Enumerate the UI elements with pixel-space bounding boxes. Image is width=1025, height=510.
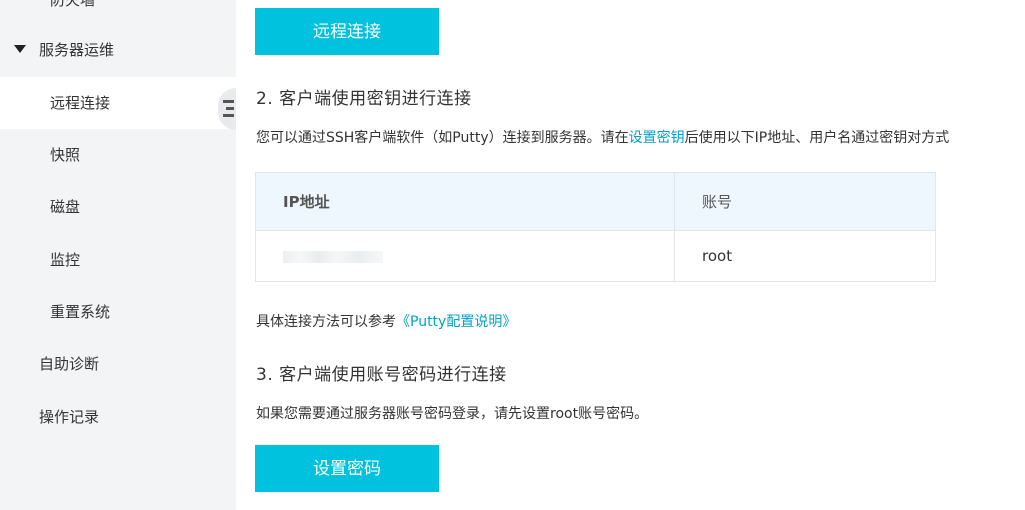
table-row: root — [255, 230, 936, 282]
sidebar-item-self-diagnosis[interactable]: 自助诊断 — [0, 338, 236, 390]
masked-ip-value — [283, 250, 383, 263]
account-cell: root — [674, 230, 936, 282]
section-3-heading: 3. 客户端使用账号密码进行连接 — [256, 365, 507, 385]
sidebar-item-monitor[interactable]: 监控 — [0, 234, 236, 286]
set-key-link[interactable]: 设置密钥 — [629, 130, 685, 146]
sidebar-group-server-ops[interactable]: 服务器运维 — [0, 24, 236, 76]
sidebar-item-firewall[interactable]: 防火墙 — [0, 0, 236, 26]
sidebar-item-snapshot[interactable]: 快照 — [0, 129, 236, 181]
caret-down-icon — [14, 45, 26, 53]
page-root: 防火墙 服务器运维 远程连接 快照 磁盘 监控 重置系统 自助诊断 操作记录 远… — [0, 0, 1025, 510]
remote-connect-button[interactable]: 远程连接 — [255, 8, 439, 55]
sidebar-item-label: 磁盘 — [50, 198, 81, 216]
sidebar-item-label: 快照 — [50, 146, 81, 164]
sidebar: 防火墙 服务器运维 远程连接 快照 磁盘 监控 重置系统 自助诊断 操作记录 — [0, 0, 236, 510]
ip-cell — [255, 230, 675, 282]
column-header-account: 账号 — [674, 172, 936, 231]
sidebar-group-label: 服务器运维 — [39, 41, 115, 59]
sidebar-item-operation-log[interactable]: 操作记录 — [0, 391, 236, 443]
section-2-heading: 2. 客户端使用密钥进行连接 — [256, 89, 472, 109]
sidebar-item-label: 重置系统 — [50, 303, 111, 321]
sidebar-item-label: 远程连接 — [50, 94, 111, 112]
section-2-description: 您可以通过SSH客户端软件（如Putty）连接到服务器。请在设置密钥后使用以下I… — [256, 130, 950, 146]
sidebar-item-remote-connect[interactable]: 远程连接 — [0, 77, 236, 129]
putty-reference: 具体连接方法可以参考《Putty配置说明》 — [256, 314, 517, 330]
column-header-ip: IP地址 — [255, 172, 675, 231]
sidebar-item-label: 监控 — [50, 251, 81, 269]
sidebar-item-label: 自助诊断 — [39, 355, 100, 373]
sidebar-item-reset-system[interactable]: 重置系统 — [0, 286, 236, 338]
putty-config-link[interactable]: 《Putty配置说明》 — [396, 314, 516, 330]
connection-info-table: IP地址 账号 root — [255, 172, 936, 282]
sidebar-item-label: 操作记录 — [39, 408, 100, 426]
set-password-button[interactable]: 设置密码 — [255, 445, 439, 492]
table-header-row: IP地址 账号 — [255, 172, 936, 231]
section-3-description: 如果您需要通过服务器账号密码登录，请先设置root账号密码。 — [256, 406, 649, 422]
main-content: 远程连接 2. 客户端使用密钥进行连接 您可以通过SSH客户端软件（如Putty… — [236, 0, 1025, 510]
sidebar-item-disk[interactable]: 磁盘 — [0, 181, 236, 233]
sidebar-item-label: 防火墙 — [50, 0, 96, 9]
menu-collapse-icon — [223, 100, 234, 117]
